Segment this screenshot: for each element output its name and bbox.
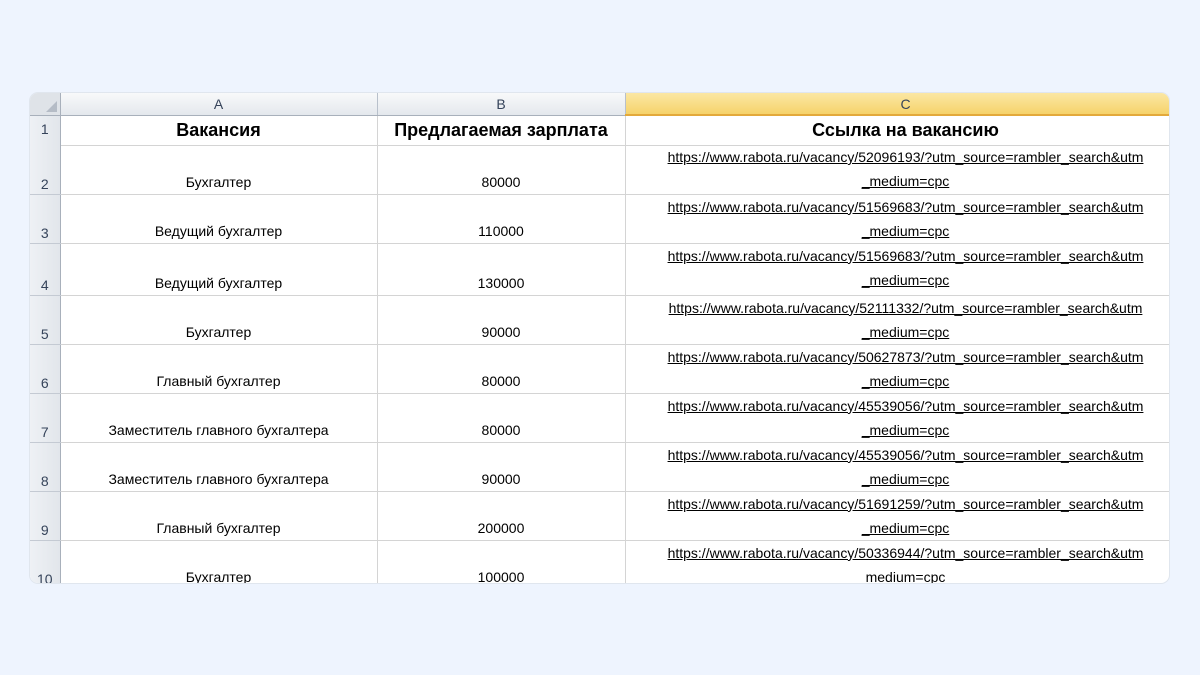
- row-header-9[interactable]: 9: [30, 491, 61, 541]
- row-header-1[interactable]: 1: [30, 115, 61, 146]
- cell-a5[interactable]: Бухгалтер: [60, 295, 378, 345]
- cell-c9[interactable]: https://www.rabota.ru/vacancy/51691259/?…: [625, 491, 1170, 541]
- cell-c8[interactable]: https://www.rabota.ru/vacancy/45539056/?…: [625, 442, 1170, 492]
- vacancy-link[interactable]: https://www.rabota.ru/vacancy/52111332/?…: [626, 296, 1170, 344]
- vacancy-link-line1: https://www.rabota.ru/vacancy/50627873/?…: [667, 348, 1144, 365]
- column-header-b[interactable]: B: [377, 93, 626, 116]
- cell-b8[interactable]: 90000: [377, 442, 626, 492]
- vacancy-link[interactable]: https://www.rabota.ru/vacancy/51569683/?…: [626, 195, 1170, 243]
- cell-b3[interactable]: 110000: [377, 194, 626, 244]
- vacancy-link-line1: https://www.rabota.ru/vacancy/52111332/?…: [668, 299, 1143, 316]
- vacancy-link-line1: https://www.rabota.ru/vacancy/52096193/?…: [667, 149, 1144, 165]
- vacancy-link-line2: _medium=cpc: [861, 519, 950, 536]
- cell-a8[interactable]: Заместитель главного бухгалтера: [60, 442, 378, 492]
- table-row: 9 Главный бухгалтер 200000 https://www.rabo…: [30, 491, 1170, 541]
- cell-b4[interactable]: 130000: [377, 243, 626, 296]
- cell-c2[interactable]: https://www.rabota.ru/vacancy/52096193/?…: [625, 145, 1170, 195]
- cell-a2[interactable]: Бухгалтер: [60, 145, 378, 195]
- vacancy-link-line2: _medium=cpc: [861, 173, 950, 189]
- cell-c7[interactable]: https://www.rabota.ru/vacancy/45539056/?…: [625, 393, 1170, 443]
- vacancy-link-line2: _medium=cpc: [861, 271, 950, 288]
- row-header-5[interactable]: 5: [30, 295, 61, 345]
- row-header-6[interactable]: 6: [30, 344, 61, 394]
- vacancy-link-line2: _medium=cpc: [861, 222, 950, 239]
- vacancy-link[interactable]: https://www.rabota.ru/vacancy/45539056/?…: [626, 394, 1170, 442]
- row-header-2[interactable]: 2: [30, 145, 61, 195]
- table-row: 6 Главный бухгалтер 80000 https://www.rabot…: [30, 344, 1170, 394]
- spreadsheet: A B C 1 Вакансия Предлагаемая зарплата С…: [30, 93, 1169, 583]
- cell-c10[interactable]: https://www.rabota.ru/vacancy/50336944/?…: [625, 540, 1169, 583]
- vacancy-link-line2: _medium=cpc: [861, 372, 950, 389]
- cell-a4[interactable]: Ведущий бухгалтер: [60, 243, 378, 296]
- cell-a9[interactable]: Главный бухгалтер: [60, 491, 378, 541]
- cell-c1[interactable]: Ссылка на вакансию: [625, 115, 1169, 146]
- cell-b10[interactable]: 100000: [377, 540, 626, 583]
- column-header-a[interactable]: A: [60, 93, 378, 116]
- vacancy-link-line2: _medium=cpc: [861, 323, 950, 340]
- vacancy-link[interactable]: https://www.rabota.ru/vacancy/51691259/?…: [626, 492, 1170, 540]
- select-all-corner[interactable]: [30, 93, 61, 116]
- cell-c5[interactable]: https://www.rabota.ru/vacancy/52111332/?…: [625, 295, 1170, 345]
- cell-a3[interactable]: Ведущий бухгалтер: [60, 194, 378, 244]
- vacancy-link-line1: https://www.rabota.ru/vacancy/50336944/?…: [667, 544, 1144, 561]
- row-header-7[interactable]: 7: [30, 393, 61, 443]
- vacancy-link-line2: medium=cpc: [865, 568, 946, 584]
- cell-c3[interactable]: https://www.rabota.ru/vacancy/51569683/?…: [625, 194, 1170, 244]
- select-all-triangle-icon: [45, 100, 57, 112]
- cell-a7[interactable]: Заместитель главного бухгалтера: [60, 393, 378, 443]
- spreadsheet-grid: A B C 1 Вакансия Предлагаемая зарплата С…: [30, 93, 1169, 146]
- table-row: 7 Заместитель главного бухгалтера 80000 htt…: [30, 393, 1170, 443]
- vacancy-link-line1: https://www.rabota.ru/vacancy/51569683/?…: [667, 198, 1144, 215]
- table-row: 4 Ведущий бухгалтер 130000 https://www.rabo…: [30, 243, 1170, 296]
- vacancy-link[interactable]: https://www.rabota.ru/vacancy/50627873/?…: [626, 345, 1170, 393]
- cell-c6[interactable]: https://www.rabota.ru/vacancy/50627873/?…: [625, 344, 1170, 394]
- vacancy-link-line2: _medium=cpc: [861, 470, 950, 487]
- cell-b7[interactable]: 80000: [377, 393, 626, 443]
- table-row: 3 Ведущий бухгалтер 110000 https://www.rabo…: [30, 194, 1170, 244]
- vacancy-link[interactable]: https://www.rabota.ru/vacancy/50336944/?…: [626, 541, 1170, 584]
- cell-b5[interactable]: 90000: [377, 295, 626, 345]
- row-header-4[interactable]: 4: [30, 243, 61, 296]
- row-header-10[interactable]: 10: [30, 540, 61, 583]
- row-header-8[interactable]: 8: [30, 442, 61, 492]
- vacancy-link-line1: https://www.rabota.ru/vacancy/45539056/?…: [667, 446, 1144, 463]
- vacancy-link-line2: _medium=cpc: [861, 421, 950, 438]
- table-row: 2 Бухгалтер 80000 https://www.rabota.ru/vac…: [30, 145, 1170, 195]
- column-header-c[interactable]: C: [625, 93, 1169, 116]
- vacancy-link[interactable]: https://www.rabota.ru/vacancy/51569683/?…: [626, 244, 1170, 292]
- table-row: 8 Заместитель главного бухгалтера 90000 htt…: [30, 442, 1170, 492]
- cell-a10[interactable]: Бухгалтер: [60, 540, 378, 583]
- vacancy-link[interactable]: https://www.rabota.ru/vacancy/45539056/?…: [626, 443, 1170, 491]
- row-header-3[interactable]: 3: [30, 194, 61, 244]
- spreadsheet-body: 2 Бухгалтер 80000 https://www.rabota.ru/vac…: [30, 145, 1169, 583]
- cell-a6[interactable]: Главный бухгалтер: [60, 344, 378, 394]
- vacancy-link-line1: https://www.rabota.ru/vacancy/51569683/?…: [667, 247, 1144, 264]
- table-row: 10 Бухгалтер 100000 https://www.rabota.ru/v…: [30, 540, 1169, 583]
- vacancy-link-line1: https://www.rabota.ru/vacancy/51691259/?…: [667, 495, 1144, 512]
- cell-b2[interactable]: 80000: [377, 145, 626, 195]
- cell-c4[interactable]: https://www.rabota.ru/vacancy/51569683/?…: [625, 243, 1170, 296]
- cell-b6[interactable]: 80000: [377, 344, 626, 394]
- table-row: 5 Бухгалтер 90000 https://www.rabota.ru/vac…: [30, 295, 1170, 345]
- cell-a1[interactable]: Вакансия: [60, 115, 378, 146]
- vacancy-link[interactable]: https://www.rabota.ru/vacancy/52096193/?…: [626, 145, 1170, 193]
- cell-b9[interactable]: 200000: [377, 491, 626, 541]
- cell-b1[interactable]: Предлагаемая зарплата: [377, 115, 626, 146]
- vacancy-link-line1: https://www.rabota.ru/vacancy/45539056/?…: [667, 397, 1144, 414]
